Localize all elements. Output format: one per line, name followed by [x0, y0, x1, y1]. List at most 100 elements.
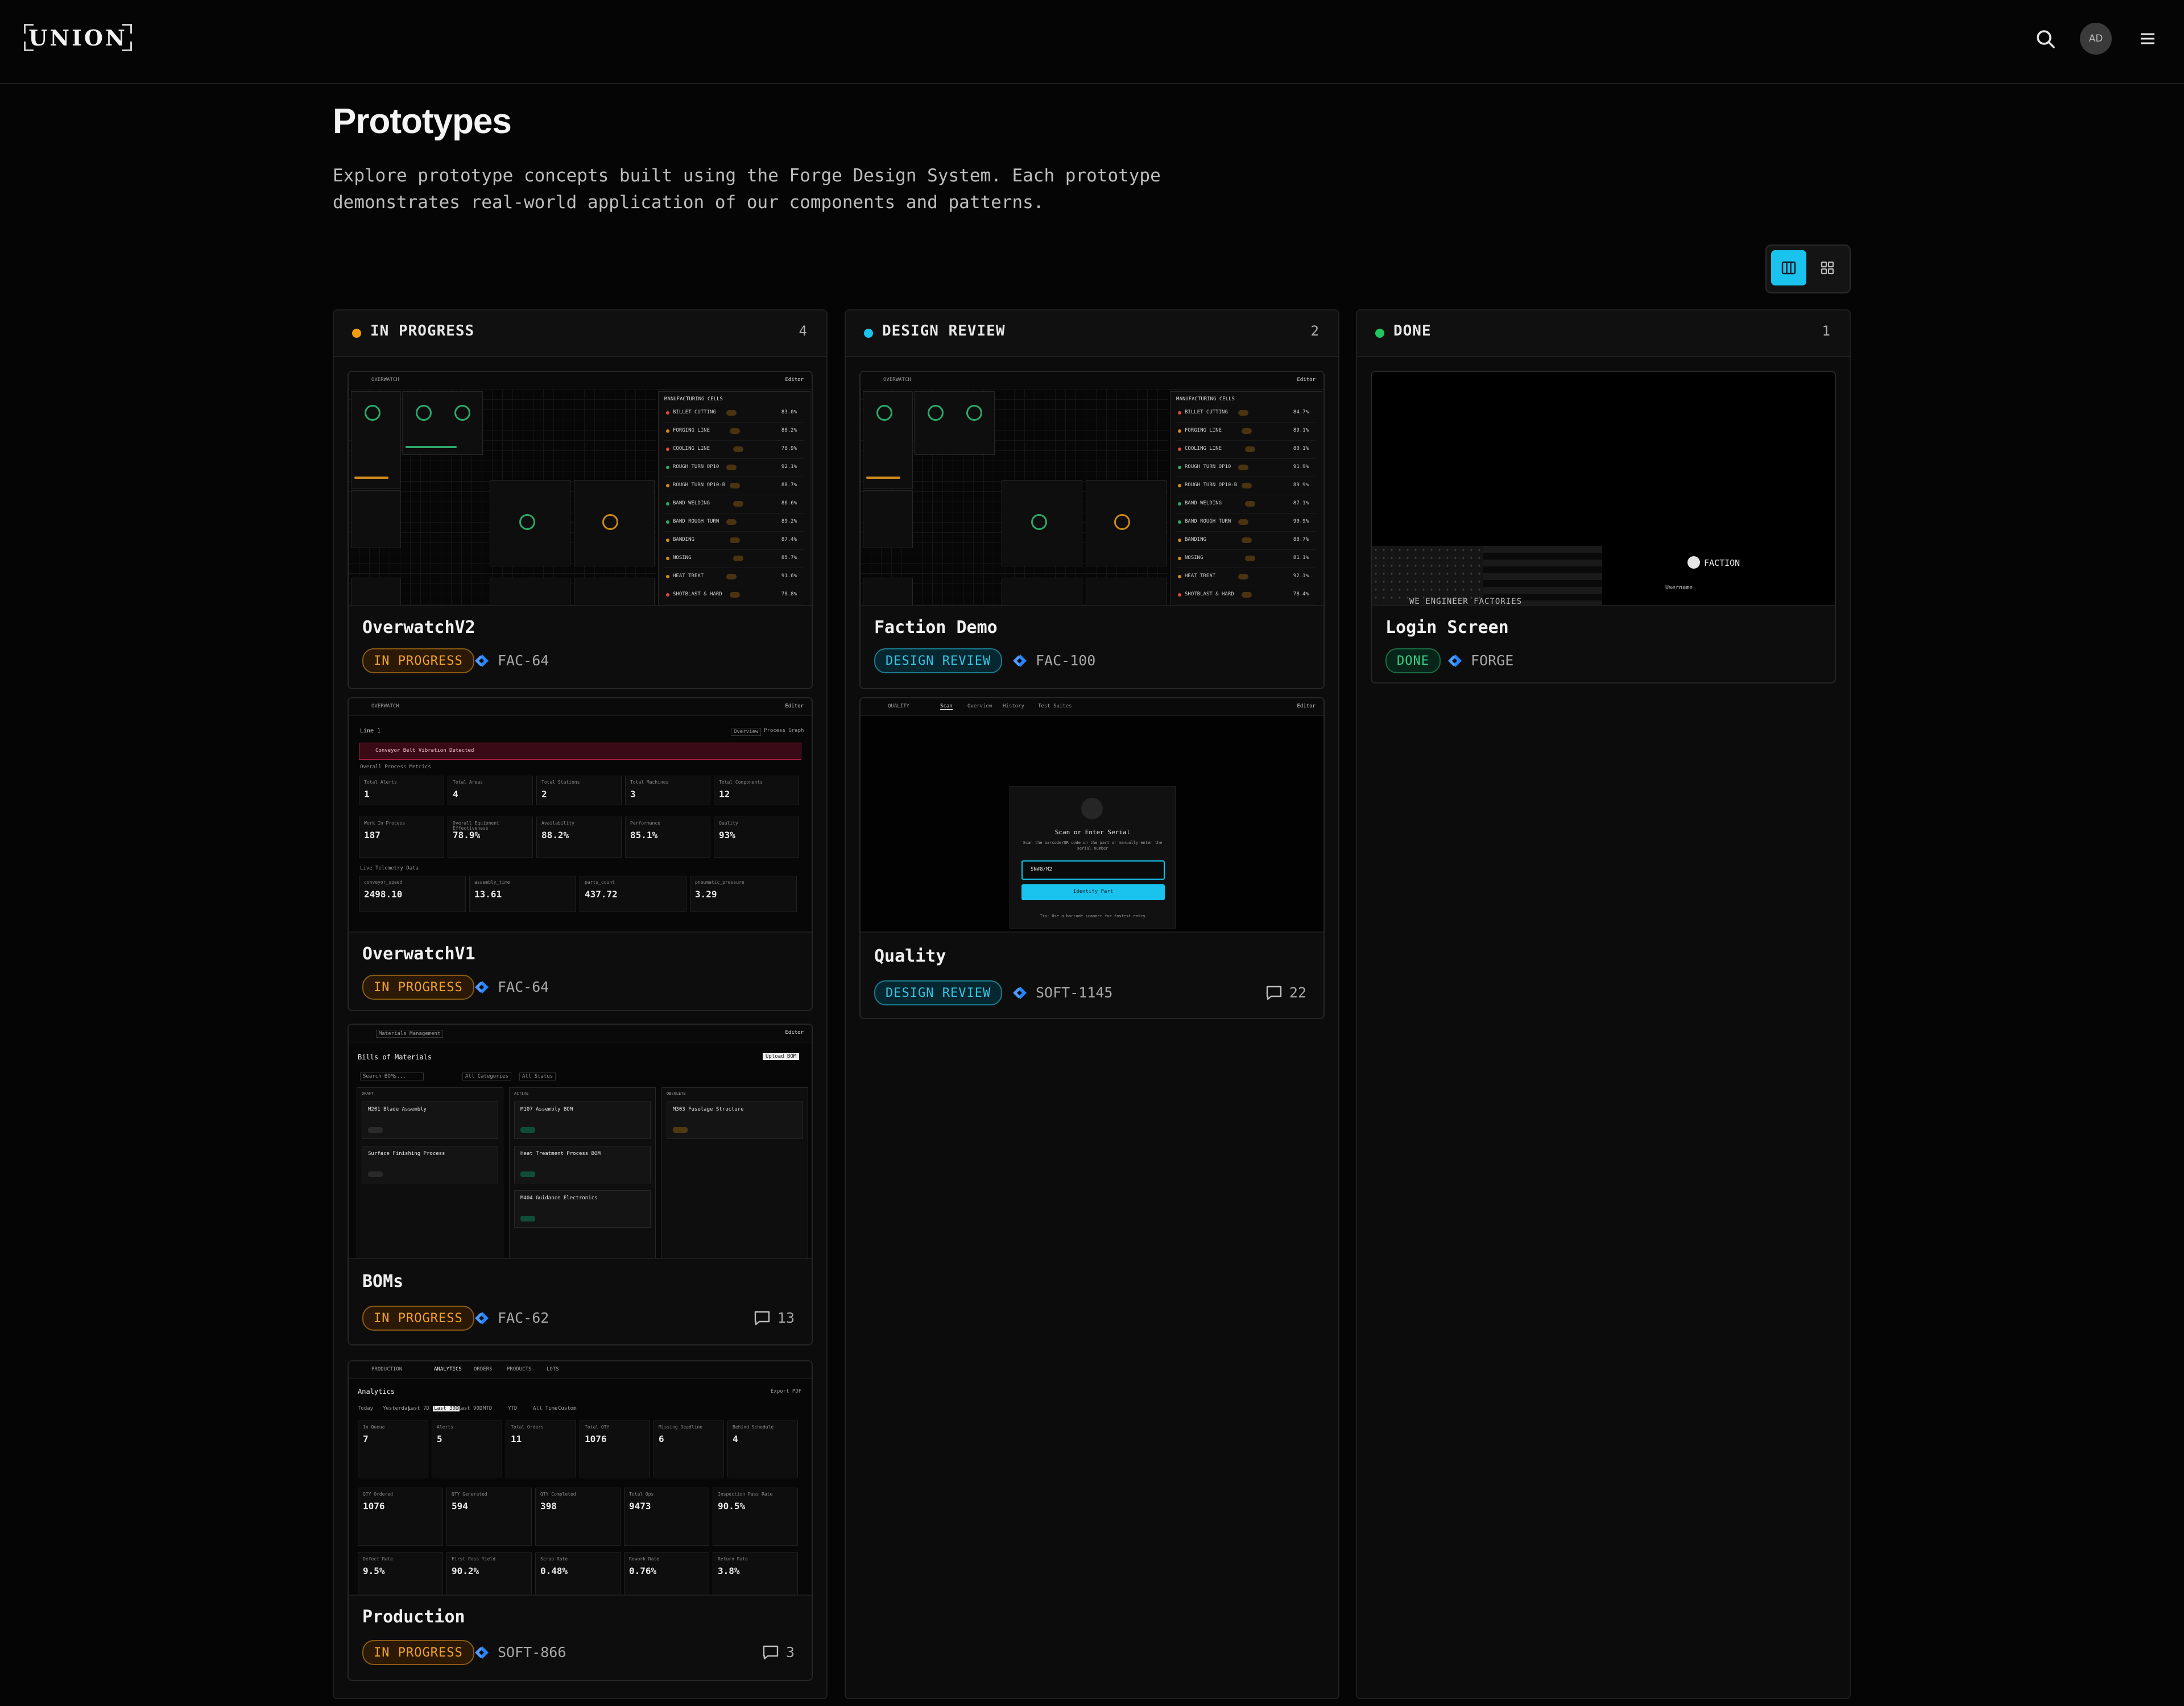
- stat-label: Performance: [630, 821, 660, 826]
- stat-tile: Quality 93%: [714, 817, 799, 858]
- column-count: 1: [1822, 323, 1830, 339]
- status-dot: [666, 557, 669, 560]
- jira-icon: [475, 1646, 489, 1659]
- prototype-card-production[interactable]: PRODUCTION ANALYTICS ORDERS PRODUCTS LOT…: [348, 1360, 813, 1681]
- stat-label: Return Rate: [718, 1556, 748, 1562]
- column-count: 2: [1310, 323, 1319, 339]
- stat-value: 2498.10: [364, 889, 403, 900]
- status-dot: [1178, 429, 1181, 433]
- alert-pill: [730, 483, 740, 488]
- prototype-card-login-screen[interactable]: WE ENGINEER FACTORIES FACTION Username L…: [1371, 371, 1836, 684]
- ticket-link[interactable]: FAC-64: [475, 979, 549, 995]
- bom-lane: OBSOLETE M303 Fuselage Structure: [661, 1087, 808, 1258]
- status-dot: [666, 411, 669, 415]
- jira-icon: [475, 654, 489, 667]
- stat-label: Total Ops: [629, 1492, 654, 1497]
- ticket-link[interactable]: FAC-100: [1013, 652, 1095, 669]
- ticket-link[interactable]: FAC-64: [475, 652, 549, 669]
- stat-value: 4: [453, 789, 458, 800]
- status-dot: [1178, 593, 1181, 597]
- bom-item-name: M303 Fuselage Structure: [673, 1107, 744, 1112]
- stat-label: Work In Process: [364, 821, 406, 826]
- cell-row: ROUGH TURN OP10 91.9%: [1176, 459, 1316, 477]
- search-icon[interactable]: [2033, 26, 2059, 52]
- cell-row: ROUGH TURN OP10-B 88.7%: [664, 478, 804, 495]
- cell-name: HEAT TREAT: [673, 573, 704, 579]
- alert-pill: [1245, 446, 1255, 452]
- stat-label: First Pass Yield: [452, 1556, 496, 1562]
- lane-title: OBSOLETE: [667, 1091, 686, 1096]
- stat-tile: Total Stations 2: [536, 776, 622, 805]
- grid-view-button[interactable]: [1810, 250, 1845, 285]
- bom-status-pill: [520, 1127, 535, 1133]
- cell-row: COOLING LINE 78.9%: [664, 441, 804, 459]
- prototype-card-overwatchv1[interactable]: OVERWATCH Editor Line 1 Overview Process …: [348, 697, 813, 1011]
- cell-value: 83.0%: [781, 409, 797, 415]
- stat-label: conveyor_speed: [364, 880, 403, 885]
- cell-row: BANDING 87.4%: [664, 532, 804, 550]
- ticket-id: SOFT-866: [498, 1644, 566, 1661]
- status-dot: [352, 329, 361, 338]
- alert-pill: [726, 519, 737, 525]
- cell-row: SHOTBLAST & HARD 78.8%: [664, 587, 804, 604]
- stat-label: Missing Deadline: [659, 1425, 703, 1430]
- stat-tile: Return Rate 3.8%: [713, 1552, 798, 1595]
- jira-icon: [475, 980, 489, 993]
- prototype-card-boms[interactable]: Materials Management Editor Bills of Mate…: [348, 1024, 813, 1345]
- stat-value: 9473: [629, 1501, 651, 1512]
- alert-pill: [1242, 592, 1252, 598]
- status-badge: DESIGN REVIEW: [874, 648, 1003, 673]
- stat-label: Quality: [719, 821, 738, 826]
- hamburger-menu-icon[interactable]: [2136, 28, 2159, 49]
- stat-tile: Availability 88.2%: [536, 817, 622, 858]
- stat-tile: Defect Rate 9.5%: [358, 1552, 443, 1595]
- alert-pill: [1245, 556, 1255, 561]
- cell-name: COOLING LINE: [1185, 446, 1222, 452]
- jira-icon: [1013, 654, 1027, 667]
- stat-tile: pneumatic_pressure 3.29: [690, 876, 797, 912]
- status-badge: IN PROGRESS: [362, 648, 474, 673]
- prototype-card-overwatchv2[interactable]: OVERWATCH Editor MANUFACTURING CELLS BILL…: [348, 371, 813, 689]
- comment-count[interactable]: 13: [754, 1310, 795, 1326]
- jira-icon: [1013, 986, 1027, 999]
- stat-tile: Total Components 12: [714, 776, 799, 805]
- card-title: Faction Demo: [874, 618, 998, 637]
- prototype-card-quality[interactable]: QUALITY Scan Overview History Test Suite…: [859, 697, 1325, 1019]
- cell-name: ROUGH TURN OP10-B: [673, 482, 726, 488]
- prototype-card-faction-demo[interactable]: OVERWATCH Editor MANUFACTURING CELLS BILL…: [859, 371, 1325, 689]
- status-dot: [864, 329, 873, 338]
- stat-label: parts_count: [585, 880, 615, 885]
- alert-pill: [1238, 574, 1248, 579]
- stat-value: 4: [733, 1434, 738, 1444]
- stat-label: Availability: [541, 821, 574, 826]
- card-thumbnail: PRODUCTION ANALYTICS ORDERS PRODUCTS LOT…: [349, 1361, 812, 1596]
- comment-icon: [763, 1645, 779, 1659]
- stat-value: 0.76%: [629, 1566, 657, 1576]
- user-avatar[interactable]: AD: [2080, 23, 2112, 55]
- columns-view-button[interactable]: [1771, 250, 1806, 285]
- alert-pill: [730, 592, 740, 598]
- grid-view-icon: [1821, 261, 1834, 275]
- bom-item-name: Surface Finishing Process: [368, 1151, 445, 1157]
- cell-value: 90.9%: [1293, 519, 1309, 524]
- ticket-link[interactable]: SOFT-1145: [1013, 984, 1112, 1001]
- cell-row: HEAT TREAT 92.1%: [1176, 569, 1316, 586]
- cell-row: FORGING LINE 88.2%: [664, 423, 804, 441]
- union-logo[interactable]: UNION: [24, 24, 132, 51]
- bom-item-name: M107 Assembly BOM: [520, 1107, 573, 1112]
- card-thumbnail: OVERWATCH Editor MANUFACTURING CELLS BILL…: [349, 372, 812, 606]
- stat-value: 90.2%: [452, 1566, 479, 1576]
- stat-value: 1: [364, 789, 370, 800]
- comment-count[interactable]: 22: [1265, 984, 1306, 1001]
- ticket-link[interactable]: FAC-62: [475, 1310, 549, 1326]
- cell-value: 81.1%: [1293, 555, 1309, 561]
- cell-value: 89.9%: [1293, 482, 1309, 488]
- cell-name: BAND WELDING: [1185, 500, 1222, 506]
- comment-count[interactable]: 3: [762, 1644, 795, 1661]
- range-chip: MTD: [483, 1406, 493, 1411]
- ticket-link[interactable]: FORGE: [1448, 652, 1513, 669]
- stat-tile: Total QTY 1076: [580, 1421, 650, 1477]
- comment-icon: [754, 1311, 770, 1325]
- ticket-link[interactable]: SOFT-866: [475, 1644, 566, 1661]
- stat-label: QTY Generated: [452, 1492, 487, 1497]
